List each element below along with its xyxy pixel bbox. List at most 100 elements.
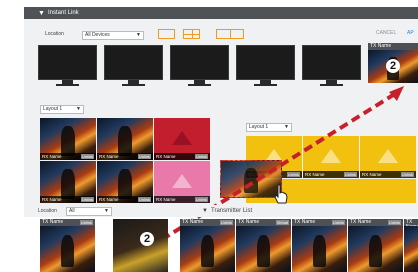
monitor-base [320,84,343,86]
transmitter-tile-dragged[interactable]: 2 [113,219,168,272]
chevron-down-icon: ▼ [284,124,289,130]
linked-monitor-tx-name: TX Name [370,43,392,49]
apply-button[interactable]: AP [407,31,414,36]
transmitter-tile[interactable]: TX Name Unlink [40,219,95,272]
unlink-button[interactable]: Unlink [343,172,357,177]
monitor-screen [170,45,229,80]
placeholder-mountain-icon [321,149,341,163]
tile-titlebar: TX Name Unlink [180,219,235,226]
source-number-badge: 2 [386,59,400,73]
video-wall-cell[interactable]: RX Name Unlink [154,161,210,203]
chevron-down-icon: ▼ [104,208,109,214]
cell-label: RX Name Unlink [303,171,359,178]
monitor-base [188,84,211,86]
tile-button[interactable]: Unlink [387,220,401,225]
video-figure [368,235,383,268]
rx-name: RX Name [156,154,176,159]
rx-name: RX Name [42,154,62,159]
tx-name: TX Name [294,219,316,225]
tile-button[interactable]: Unlink [79,220,93,225]
cell-label: RX Name Unlink [40,153,96,160]
rx-name: RX Name [156,197,176,202]
video-wall-cell[interactable]: RX Name Unlink [97,118,153,160]
yellow-wall-cell[interactable]: RX Name Unlink [360,136,416,178]
location-label: Location [45,31,64,37]
video-figure [200,235,215,268]
cancel-button[interactable]: CANCEL [376,31,396,36]
monitor-screen [104,45,163,80]
tile-video [404,226,418,272]
unlink-button[interactable]: Unlink [194,154,208,159]
tile-titlebar: TX Name Unlink [292,219,347,226]
rx-name: RX Name [305,172,325,177]
layout-select-right-value: Layout 1 [249,124,269,130]
transmitter-tile[interactable]: TX Name Virtual [236,219,291,272]
layout-quad-icon[interactable] [183,29,200,39]
layout-single-icon[interactable] [158,29,175,39]
monitor-screen [236,45,295,80]
tx-name: TX Name [42,219,64,225]
tile-button[interactable]: Unlink [219,220,233,225]
video-wall-cell[interactable]: RX Name Unlink [97,161,153,203]
tile-button[interactable]: Virtual [275,220,289,225]
video-figure [312,235,327,268]
rx-name: RX Name [42,197,62,202]
unlink-button[interactable]: Unlink [137,197,151,202]
transmitter-location-value: All [69,208,75,214]
monitor-screen [38,45,97,80]
receiver-monitor[interactable] [170,45,229,87]
location-select[interactable]: All Devices ▼ [82,31,144,40]
tile-video [40,226,95,272]
tile-video [236,226,291,272]
monitor-base [254,84,277,86]
unlink-button[interactable]: Unlink [80,154,94,159]
collapse-triangle-icon[interactable]: ▼ [38,10,45,17]
tile-video [348,226,403,272]
video-figure [61,169,75,199]
video-wall-cell[interactable]: RX Name Unlink [40,118,96,160]
video-wall-cell[interactable]: RX Name Unlink [154,118,210,160]
cell-label: RX Name Unlink [360,171,416,178]
transmitter-tile[interactable]: TX Name Unlink [348,219,403,272]
tx-name: TX Name [350,219,372,225]
tx-name: TX Name [182,219,204,225]
location-select-value: All Devices [85,32,110,38]
yellow-wall-cell[interactable]: RX Name Unlink [303,136,359,178]
transmitter-location-select[interactable]: All ▼ [66,207,112,216]
transmitter-tile[interactable]: TX Name Unlink [180,219,235,272]
transmitter-tile-partial[interactable]: TX Name [404,219,418,272]
linked-monitor-video: 2 [368,50,418,83]
cell-label: RX Name Unlink [154,153,210,160]
video-figure [118,169,132,199]
tile-titlebar: TX Name Virtual [236,219,291,226]
video-wall-cell[interactable]: RX Name Unlink [40,161,96,203]
cell-label: RX Name Unlink [40,196,96,203]
layout-select-left[interactable]: Layout 1 ▼ [40,105,84,114]
tile-titlebar: TX Name Unlink [40,219,95,226]
video-figure [60,235,75,268]
rx-name: RX Name [362,172,382,177]
tile-button[interactable]: Unlink [331,220,345,225]
chevron-down-icon: ▼ [76,106,81,112]
unlink-button[interactable]: Unlink [400,172,414,177]
placeholder-mountain-icon [172,131,192,145]
cell-label: RX Name Unlink [97,153,153,160]
monitor-base [122,84,145,86]
transmitter-tile[interactable]: TX Name Unlink [292,219,347,272]
unlink-button[interactable]: Unlink [137,154,151,159]
layout-select-right[interactable]: Layout 1 ▼ [246,123,292,132]
receiver-monitor[interactable] [236,45,295,87]
receiver-monitor[interactable] [38,45,97,87]
receiver-monitor[interactable] [302,45,361,87]
layout-dual-icon[interactable] [216,29,244,39]
linked-receiver-monitor[interactable]: TX Name 2 [368,43,418,88]
transmitter-collapse-icon[interactable]: ▼ [202,208,208,214]
receiver-monitor[interactable] [104,45,163,87]
video-figure [61,126,75,156]
tile-titlebar: TX Name Unlink [348,219,403,226]
cell-label: RX Name Unlink [97,196,153,203]
unlink-button[interactable]: Unlink [286,172,300,177]
instant-link-header[interactable]: ▼ Instant Link [24,7,418,19]
unlink-button[interactable]: Unlink [194,197,208,202]
unlink-button[interactable]: Unlink [80,197,94,202]
